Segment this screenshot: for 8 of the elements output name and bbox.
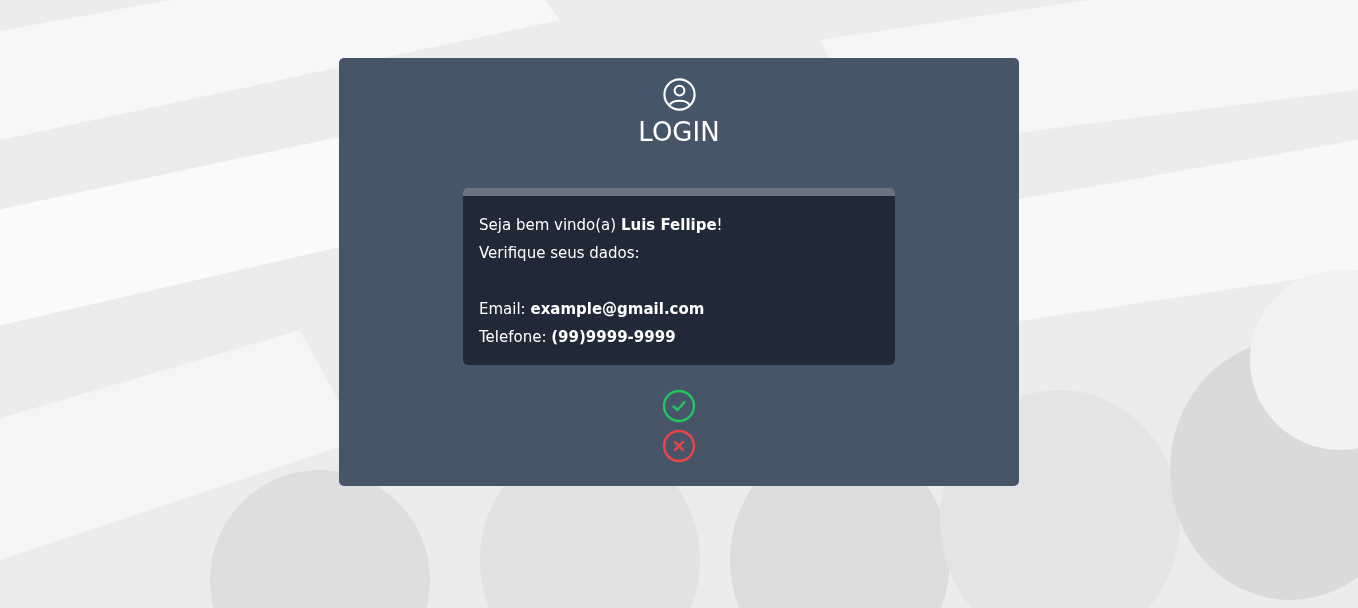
message-line: Email: example@gmail.com — [479, 299, 706, 320]
login-title: LOGIN — [638, 116, 720, 148]
message-line: Seja bem vindo(a) Luis Fellipe! — [479, 215, 724, 236]
user-icon — [661, 77, 697, 112]
message-line: Telefone: (99)9999-9999 — [479, 327, 677, 348]
message-line: Verifique seus dados: — [479, 243, 641, 264]
confirm-button[interactable] — [662, 389, 696, 423]
cancel-button[interactable] — [662, 429, 696, 463]
